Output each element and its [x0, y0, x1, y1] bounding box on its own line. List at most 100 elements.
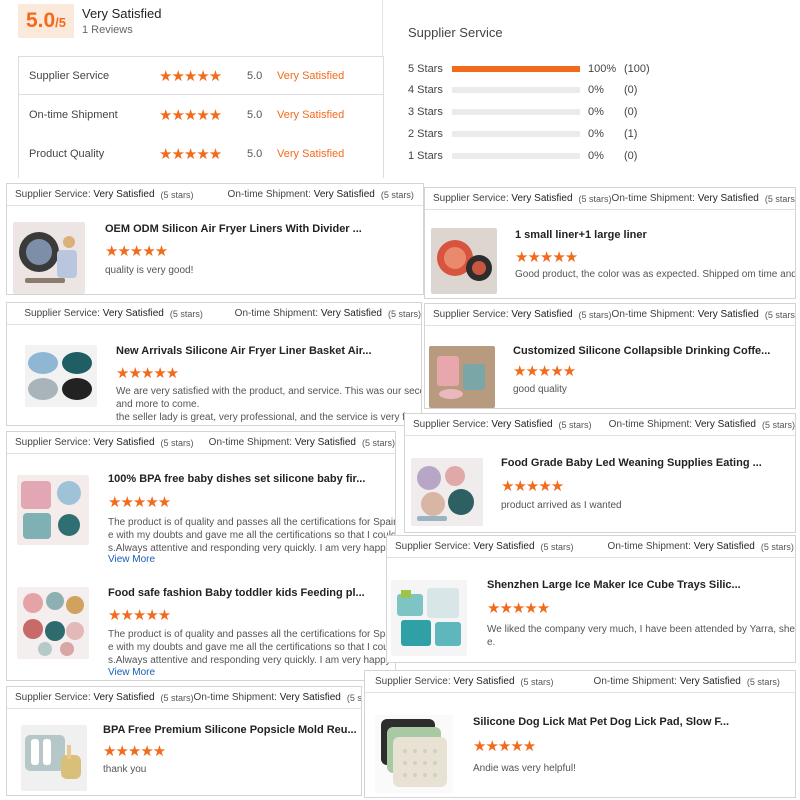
product-title-link[interactable]: New Arrivals Silicone Air Fryer Liner Ba…	[116, 345, 372, 357]
distribution-row-2: 2 Stars 0% (1)	[408, 127, 637, 141]
shipment-stars-count: (5 stars)	[387, 308, 421, 319]
product-title-link[interactable]: 100% BPA free baby dishes set silicone b…	[108, 473, 365, 485]
review-text: The product is of quality and passes all…	[108, 517, 396, 528]
five-star-icon: ★★★★★	[108, 494, 171, 511]
shipment-stars-count: (5 stars)	[764, 309, 796, 320]
distribution-count: (100)	[624, 63, 650, 75]
distribution-percent: 0%	[588, 106, 604, 118]
supplier-stars-count: (5 stars)	[160, 437, 194, 448]
rating-row-product-quality: Product Quality ★★★★★ 5.0 Very Satisfied	[29, 144, 344, 164]
on-time-shipment-label: On-time Shipment:	[608, 419, 693, 430]
shipment-stars-count: (5 stars)	[346, 692, 362, 703]
product-title-link[interactable]: Shenzhen Large Ice Maker Ice Cube Trays …	[487, 579, 741, 591]
review-text: thank you	[103, 764, 147, 775]
distribution-title: Supplier Service	[408, 25, 503, 40]
five-star-icon: ★★★★★	[487, 600, 550, 617]
view-more-link[interactable]: View More	[108, 667, 155, 678]
on-time-shipment-label: On-time Shipment:	[234, 308, 319, 319]
product-thumbnail[interactable]	[431, 228, 497, 294]
product-thumbnail[interactable]	[391, 580, 467, 656]
distribution-count: (0)	[624, 106, 638, 118]
review-text: quality is very good!	[105, 265, 194, 276]
star-level-label: 1 Stars	[408, 150, 443, 162]
review-card-header: Supplier Service: Very Satisfied (5 stars…	[405, 414, 795, 436]
distribution-bar	[452, 131, 580, 137]
distribution-count: (1)	[624, 128, 638, 140]
on-time-shipment-value: Very Satisfied	[679, 676, 741, 687]
supplier-service-label: Supplier Service:	[433, 193, 509, 204]
on-time-shipment-label: On-time Shipment:	[227, 189, 311, 200]
rating-row-on-time-shipment: On-time Shipment ★★★★★ 5.0 Very Satisfie…	[29, 105, 344, 125]
shipment-stars-count: (5 stars)	[746, 676, 780, 687]
product-thumbnail[interactable]	[17, 475, 89, 545]
product-title-link[interactable]: Silicone Dog Lick Mat Pet Dog Lick Pad, …	[473, 716, 729, 728]
baby-dishes-image	[21, 481, 81, 539]
five-star-icon: ★★★★★	[501, 478, 564, 495]
review-card: Supplier Service: Very Satisfied (5 stars…	[404, 413, 796, 533]
supplier-stars-count: (5 stars)	[578, 309, 612, 320]
supplier-service-value: Very Satisfied	[93, 189, 155, 200]
on-time-shipment-label: On-time Shipment:	[611, 309, 695, 320]
rating-value: 5.0	[247, 70, 263, 82]
popsicle-mold-image	[25, 735, 81, 779]
product-title-link[interactable]: Customized Silicone Collapsible Drinking…	[513, 345, 770, 357]
five-star-icon: ★★★★★	[513, 363, 576, 380]
review-text: good quality	[513, 384, 567, 395]
distribution-percent: 0%	[588, 128, 604, 140]
review-text: e with my doubts and gave me all the cer…	[108, 530, 396, 541]
product-thumbnail[interactable]	[13, 222, 85, 294]
feeding-plate-image	[23, 592, 84, 656]
rating-label: On-time Shipment	[29, 109, 118, 121]
review-text: e.	[487, 637, 496, 648]
rating-label: Product Quality	[29, 148, 105, 160]
supplier-stars-count: (5 stars)	[540, 541, 574, 552]
supplier-service-value: Very Satisfied	[511, 309, 573, 320]
product-thumbnail[interactable]	[25, 345, 97, 407]
supplier-service-label: Supplier Service:	[375, 676, 451, 687]
rating-label: Supplier Service	[29, 70, 110, 82]
five-star-icon: ★★★★★	[515, 249, 578, 266]
on-time-shipment-value: Very Satisfied	[697, 309, 759, 320]
review-card: Supplier Service: Very Satisfied (5 stars…	[6, 686, 362, 796]
star-level-label: 5 Stars	[408, 63, 443, 75]
supplier-service-label: Supplier Service:	[395, 541, 471, 552]
collapsible-cup-image	[437, 356, 485, 399]
supplier-service-value: Very Satisfied	[93, 692, 155, 703]
star-level-label: 4 Stars	[408, 84, 443, 96]
review-card: Supplier Service: Very Satisfied (5 stars…	[386, 535, 796, 663]
product-thumbnail[interactable]	[17, 587, 89, 659]
on-time-shipment-value: Very Satisfied	[697, 193, 759, 204]
review-text: and more to come.	[116, 399, 200, 410]
product-thumbnail[interactable]	[375, 715, 453, 793]
product-title-link[interactable]: OEM ODM Silicon Air Fryer Liners With Di…	[105, 223, 362, 235]
review-text: Andie was very helpful!	[473, 763, 576, 774]
review-text: The product is of quality and passes all…	[108, 629, 391, 640]
distribution-percent: 0%	[588, 84, 604, 96]
five-star-icon: ★★★★★	[159, 106, 222, 124]
five-star-icon: ★★★★★	[105, 243, 168, 260]
review-text: We are very satisfied with the product, …	[116, 386, 422, 397]
supplier-stars-count: (5 stars)	[160, 692, 194, 703]
rating-text: Very Satisfied	[277, 109, 345, 121]
product-title-link[interactable]: 1 small liner+1 large liner	[515, 229, 647, 241]
review-card: Supplier Service: Very Satisfied (5 stars…	[364, 670, 796, 798]
review-text: the seller lady is great, very professio…	[116, 412, 419, 423]
overall-score-suffix: /5	[55, 15, 67, 30]
shipment-stars-count: (5 stars)	[361, 437, 395, 448]
liner-basket-image	[28, 352, 92, 400]
five-star-icon: ★★★★★	[473, 738, 536, 755]
distribution-bar	[452, 109, 580, 115]
review-card-header: Supplier Service: Very Satisfied (5 stars…	[7, 184, 423, 206]
product-thumbnail[interactable]	[21, 725, 87, 791]
product-thumbnail[interactable]	[411, 458, 483, 526]
product-thumbnail[interactable]	[429, 346, 495, 408]
on-time-shipment-label: On-time Shipment:	[607, 541, 691, 552]
five-star-icon: ★★★★★	[103, 743, 166, 760]
product-title-link[interactable]: BPA Free Premium Silicone Popsicle Mold …	[103, 724, 357, 736]
view-more-link[interactable]: View More	[108, 554, 155, 565]
product-title-link[interactable]: Food safe fashion Baby toddler kids Feed…	[108, 587, 365, 599]
rating-value: 5.0	[247, 109, 263, 121]
on-time-shipment-value: Very Satisfied	[693, 541, 755, 552]
five-star-icon: ★★★★★	[108, 607, 171, 624]
product-title-link[interactable]: Food Grade Baby Led Weaning Supplies Eat…	[501, 457, 762, 469]
